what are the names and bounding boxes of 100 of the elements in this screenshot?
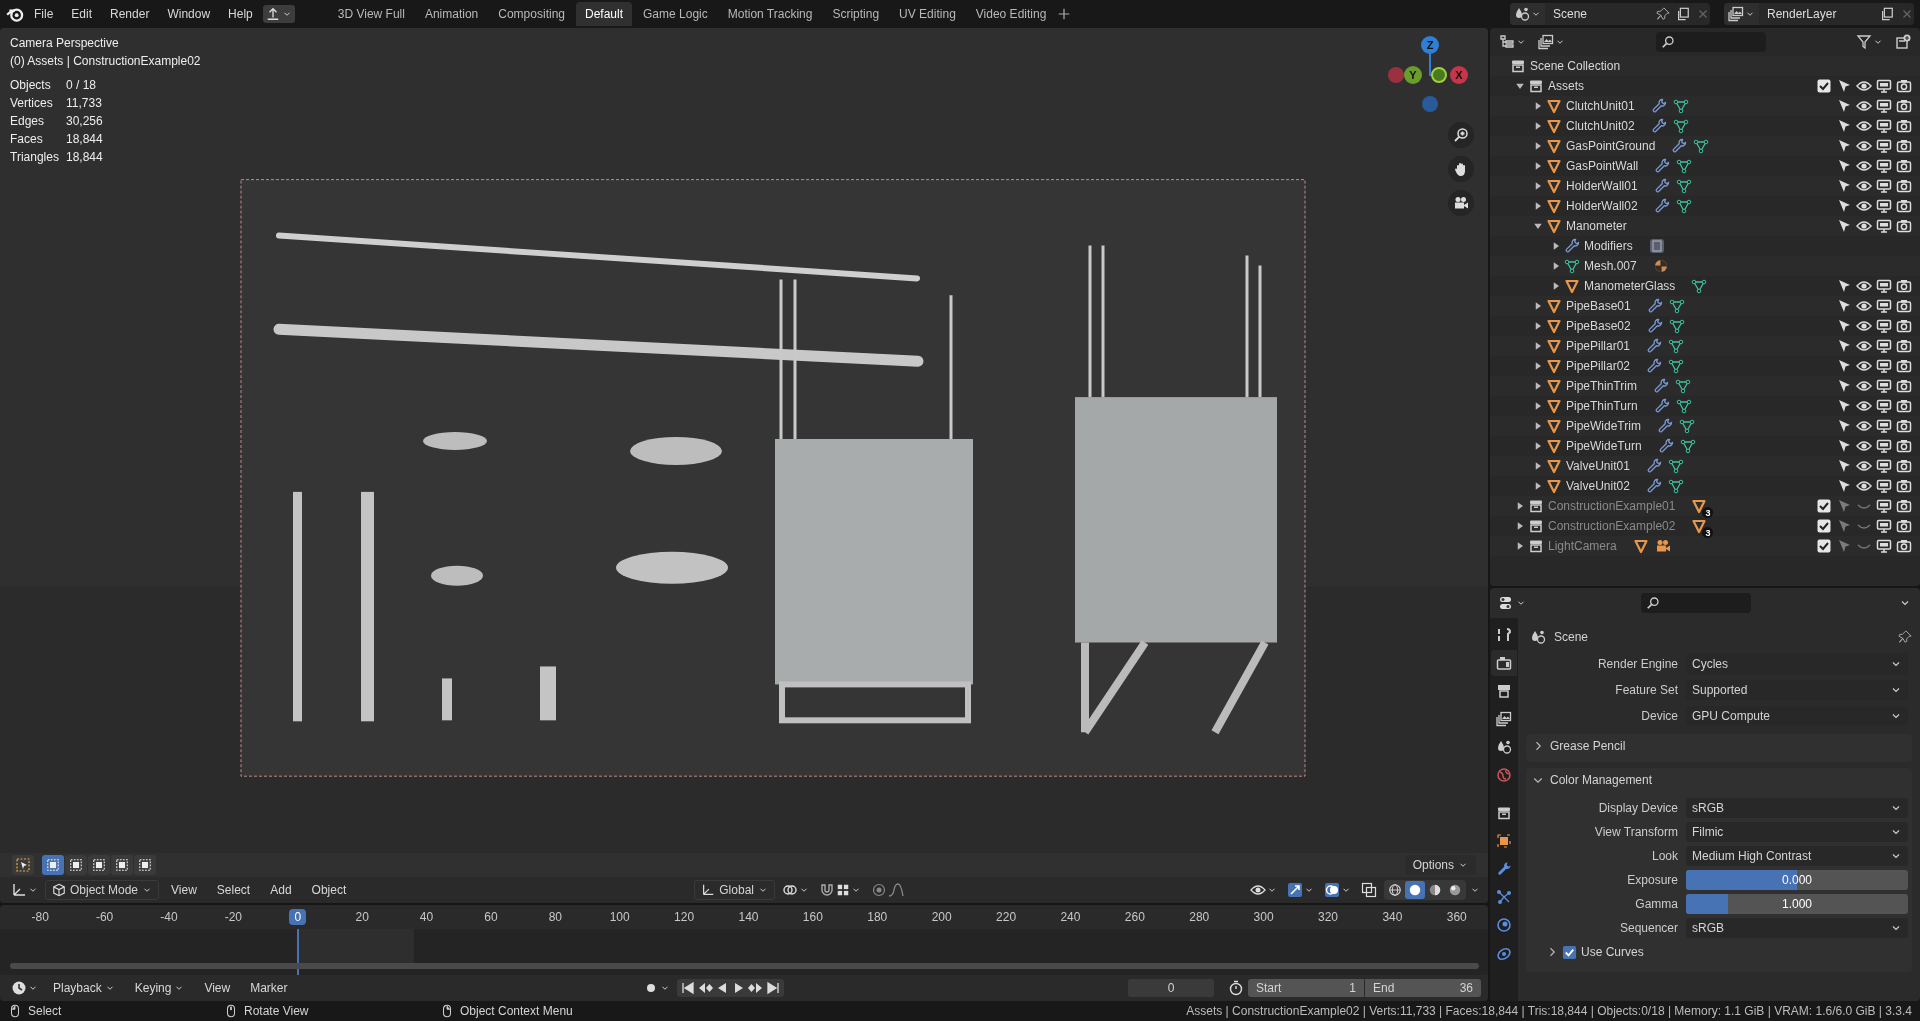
workspace-tab[interactable]: Game Logic <box>634 2 717 26</box>
dropdown[interactable]: Medium High Contrast <box>1686 846 1908 866</box>
eye-icon[interactable] <box>1856 298 1872 314</box>
panel-header[interactable]: Color Management <box>1526 768 1912 792</box>
eye-icon[interactable] <box>1856 318 1872 334</box>
menu-item[interactable]: Marker <box>242 978 296 998</box>
scene-selector[interactable]: Scene <box>1510 3 1710 25</box>
mode-dropdown[interactable]: Object Mode <box>45 880 160 900</box>
select-arrow-icon[interactable] <box>1836 278 1852 294</box>
select-mode-button[interactable] <box>134 855 156 875</box>
monitor-icon[interactable] <box>1876 418 1892 434</box>
current-frame-marker[interactable]: 0 <box>289 909 307 925</box>
current-frame-field[interactable]: 0 <box>1128 979 1214 997</box>
eye-icon[interactable] <box>1856 398 1872 414</box>
camera-icon[interactable] <box>1896 458 1912 474</box>
dropdown[interactable]: Cycles <box>1686 654 1908 674</box>
monitor-icon[interactable] <box>1876 318 1892 334</box>
next-keyframe-button[interactable] <box>747 980 764 996</box>
workspace-tab[interactable]: 3D View Full <box>328 2 414 26</box>
select-arrow-icon[interactable] <box>1836 218 1852 234</box>
monitor-icon[interactable] <box>1876 158 1892 174</box>
outliner-item[interactable]: ConstructionExample02 <box>1548 519 1676 533</box>
camera-icon[interactable] <box>1896 478 1912 494</box>
upload-button[interactable] <box>262 5 295 23</box>
eye-icon[interactable] <box>1856 138 1872 154</box>
outliner-item[interactable]: PipeThinTrim <box>1566 379 1637 393</box>
workspace-tab[interactable]: UV Editing <box>890 2 965 26</box>
select-mode-button[interactable] <box>65 855 87 875</box>
eye-icon[interactable] <box>1856 98 1872 114</box>
eye-icon[interactable] <box>1856 118 1872 134</box>
eye-icon[interactable] <box>1856 278 1872 294</box>
camera-icon[interactable] <box>1896 338 1912 354</box>
select-arrow-icon[interactable] <box>1836 158 1852 174</box>
eye-icon[interactable] <box>1856 338 1872 354</box>
monitor-icon[interactable] <box>1876 218 1892 234</box>
camera-icon[interactable] <box>1896 498 1912 514</box>
monitor-icon[interactable] <box>1876 378 1892 394</box>
modifier-toggle-icon[interactable] <box>1648 238 1665 254</box>
outliner-item[interactable]: Manometer <box>1566 219 1627 233</box>
camera-icon[interactable] <box>1896 438 1912 454</box>
menu-item[interactable]: Render <box>102 4 158 24</box>
checkbox[interactable] <box>1816 518 1832 534</box>
monitor-icon[interactable] <box>1876 518 1892 534</box>
select-arrow-icon[interactable] <box>1836 118 1852 134</box>
eye-icon[interactable] <box>1856 378 1872 394</box>
menu-item[interactable]: Object <box>303 880 355 900</box>
outliner-item[interactable]: ValveUnit02 <box>1566 479 1630 493</box>
outliner-item[interactable]: Modifiers <box>1584 239 1633 253</box>
outliner-item[interactable]: ManometerGlass <box>1584 279 1676 293</box>
monitor-icon[interactable] <box>1876 138 1892 154</box>
select-mode-button[interactable] <box>88 855 110 875</box>
select-arrow-icon[interactable] <box>1836 178 1852 194</box>
camera-icon[interactable] <box>1896 198 1912 214</box>
dropdown[interactable]: GPU Compute <box>1686 706 1908 726</box>
stopwatch-icon[interactable] <box>1228 980 1244 996</box>
camera-icon[interactable] <box>1896 298 1912 314</box>
eye-icon[interactable] <box>1856 478 1872 494</box>
outliner-item[interactable]: PipeBase02 <box>1566 319 1631 333</box>
select-arrow-icon[interactable] <box>1836 198 1852 214</box>
camera-icon[interactable] <box>1896 78 1912 94</box>
camera-icon[interactable] <box>1896 98 1912 114</box>
select-arrow-icon[interactable] <box>1836 78 1852 94</box>
camera-icon[interactable] <box>1896 278 1912 294</box>
monitor-icon[interactable] <box>1876 298 1892 314</box>
search-field[interactable] <box>1641 593 1751 613</box>
select-arrow-icon[interactable] <box>1836 98 1852 114</box>
monitor-icon[interactable] <box>1876 358 1892 374</box>
eye-icon[interactable] <box>1856 158 1872 174</box>
search-field[interactable] <box>1655 32 1766 52</box>
camera-icon[interactable] <box>1896 218 1912 234</box>
monitor-icon[interactable] <box>1876 178 1892 194</box>
outliner-item[interactable]: PipePillar02 <box>1566 359 1631 373</box>
slider[interactable]: 0.000 <box>1686 870 1908 890</box>
camera-icon[interactable] <box>1896 358 1912 374</box>
monitor-icon[interactable] <box>1876 98 1892 114</box>
select-arrow-icon[interactable] <box>1836 338 1852 354</box>
workspace-tab[interactable]: Video Editing <box>966 2 1056 26</box>
eye-icon[interactable] <box>1856 358 1872 374</box>
orientation-dropdown[interactable]: Global <box>694 880 775 900</box>
select-arrow-icon[interactable] <box>1836 138 1852 154</box>
outliner-item[interactable]: ConstructionExample01 <box>1548 499 1676 513</box>
camera-icon[interactable] <box>1896 378 1912 394</box>
menu-item[interactable]: File <box>26 4 62 24</box>
eye-icon[interactable] <box>1856 438 1872 454</box>
monitor-icon[interactable] <box>1876 498 1892 514</box>
outliner-item[interactable]: ClutchUnit02 <box>1566 119 1635 133</box>
monitor-icon[interactable] <box>1876 118 1892 134</box>
menu-item[interactable]: Help <box>220 4 261 24</box>
monitor-icon[interactable] <box>1876 278 1892 294</box>
workspace-tab[interactable]: Compositing <box>489 2 574 26</box>
eye-icon[interactable] <box>1856 418 1872 434</box>
menu-item[interactable]: Edit <box>63 4 101 24</box>
select-arrow-icon[interactable] <box>1836 318 1852 334</box>
outliner-item[interactable]: ClutchUnit01 <box>1566 99 1635 113</box>
select-arrow-icon[interactable] <box>1836 358 1852 374</box>
outliner-item[interactable]: GasPointWall <box>1566 159 1639 173</box>
camera-icon[interactable] <box>1896 518 1912 534</box>
menu-item[interactable]: Playback <box>45 978 123 998</box>
scrollbar[interactable] <box>10 963 1479 969</box>
monitor-icon[interactable] <box>1876 198 1892 214</box>
